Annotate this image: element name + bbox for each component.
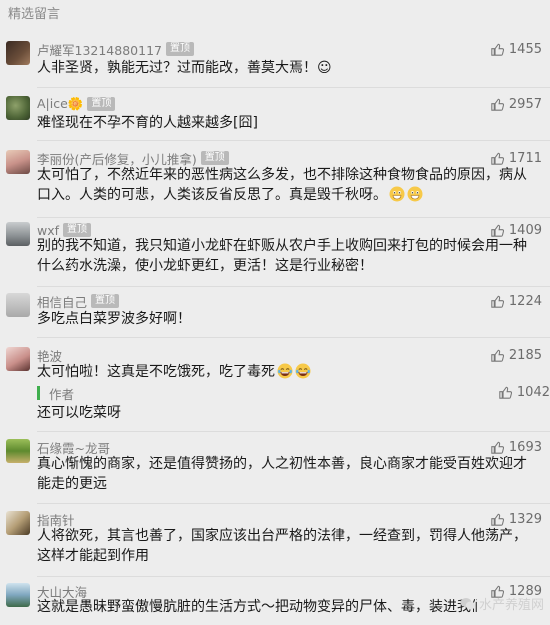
section-title: 精选留言: [8, 7, 61, 22]
like-count: 1455: [508, 41, 542, 57]
avatar[interactable]: [6, 41, 30, 65]
avatar[interactable]: [6, 222, 30, 246]
comment-text: 太可怕啦！这真是不吃饿死，吃了毒死: [37, 364, 275, 380]
divider: [37, 87, 550, 88]
watermark-text: 水产养殖网: [478, 598, 544, 613]
like-count: 1711: [508, 150, 542, 166]
reply-indicator: [37, 386, 40, 400]
like-button[interactable]: 1224: [491, 293, 542, 309]
pinned-badge: 置顶: [91, 294, 120, 308]
reply-text: 还可以吃菜呀: [37, 405, 121, 421]
like-count: 1329: [508, 511, 542, 527]
divider: [37, 286, 550, 287]
avatar[interactable]: [6, 583, 30, 607]
divider: [37, 337, 550, 338]
comment-author[interactable]: A|ice🌼: [37, 96, 83, 112]
thumbs-up-icon: [491, 43, 504, 56]
like-count: 2957: [508, 96, 542, 112]
like-button[interactable]: 1329: [491, 511, 542, 527]
like-button[interactable]: 1711: [491, 150, 542, 166]
comment-text: 太可怕了，不然近年来的恶性病这么多发，也不排除这种食物食品的原因，病从口入。人类…: [37, 167, 527, 203]
grin-emoji-icon: [389, 186, 405, 202]
reply-like-button[interactable]: 1042: [499, 384, 550, 400]
comment-text: 多吃点白菜罗波多好啊！: [37, 311, 191, 327]
like-button[interactable]: 2957: [491, 96, 542, 112]
comment-text: 真心惭愧的商家，还是值得赞扬的，人之初性本善，良心商家才能受百姓欢迎才能走的更远: [37, 456, 527, 492]
divider: [37, 431, 550, 432]
thumbs-up-icon: [491, 513, 504, 526]
comment-author[interactable]: 卢耀军13214880117: [37, 40, 162, 59]
divider: [37, 503, 550, 504]
like-count: 1224: [508, 293, 542, 309]
divider: [37, 140, 550, 141]
thumbs-up-icon: [491, 98, 504, 111]
thumbs-up-icon: [499, 386, 512, 399]
like-count: 2185: [508, 347, 542, 363]
watermark: 水产养殖网: [460, 594, 544, 613]
thumbs-up-icon: [491, 295, 504, 308]
thumbs-up-icon: [491, 224, 504, 237]
pinned-badge: 置顶: [200, 151, 229, 165]
grin-emoji-icon: [407, 186, 423, 202]
avatar[interactable]: [6, 347, 30, 371]
pinned-badge: 置顶: [87, 97, 116, 111]
divider: [37, 576, 550, 577]
divider: [37, 217, 550, 218]
comment-text: 人非圣贤，孰能无过？过而能改，善莫大焉！☺: [37, 60, 332, 76]
like-button[interactable]: 2185: [491, 347, 542, 363]
avatar[interactable]: [6, 96, 30, 120]
comment-text: 这就是愚昧野蛮傲慢肮脏的生活方式～把动物变异的尸体、毒，装进我们的身体: [37, 599, 477, 615]
avatar[interactable]: [6, 150, 30, 174]
avatar[interactable]: [6, 439, 30, 463]
thumbs-up-icon: [491, 441, 504, 454]
comment-text: 别的我不知道，我只知道小龙虾在虾贩从农户手上收购回来打包的时候会用一种什么药水洗…: [37, 238, 527, 274]
thumbs-up-icon: [491, 152, 504, 165]
pinned-badge: 置顶: [63, 223, 92, 237]
like-button[interactable]: 1693: [491, 439, 542, 455]
like-count: 1693: [508, 439, 542, 455]
avatar[interactable]: [6, 511, 30, 535]
comment-author[interactable]: 相信自己: [37, 292, 87, 311]
thumbs-up-icon: [491, 349, 504, 362]
author-reply: 作者 1042 还可以吃菜呀: [37, 384, 550, 422]
reply-author: 作者: [49, 387, 75, 402]
avatar[interactable]: [6, 293, 30, 317]
wechat-logo-icon: [460, 597, 476, 609]
laugh-cry-emoji-icon: [277, 363, 293, 379]
like-button[interactable]: 1455: [491, 41, 542, 57]
pinned-badge: 置顶: [165, 42, 194, 56]
comment-text: 难怪现在不孕不育的人越来越多[囧]: [37, 115, 258, 131]
laugh-cry-emoji-icon: [295, 363, 311, 379]
like-count: 1042: [516, 384, 550, 400]
comment-text: 人将欲死，其言也善了，国家应该出台严格的法律，一经查到，罚得人他荡产，这样才能起…: [37, 528, 527, 564]
